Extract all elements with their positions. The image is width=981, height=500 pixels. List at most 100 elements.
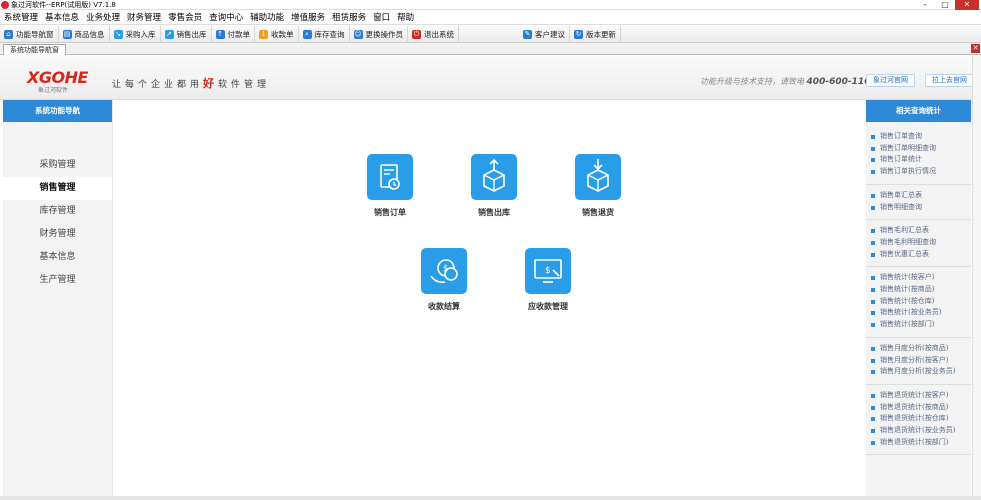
toolbar-button[interactable]: ✎ 客户建议 [519,25,570,43]
pull-site-button[interactable]: 拉上去官网 [925,74,974,87]
query-link[interactable]: 销售订单明细查询 [871,143,971,155]
sidebar-item[interactable]: 生产管理 [3,269,112,292]
svg-text:$: $ [443,264,449,274]
query-link[interactable]: 销售明细查询 [871,202,971,214]
module-label[interactable]: 收款结算 [409,301,479,312]
module-label[interactable]: 应收款管理 [513,301,583,312]
module-label[interactable]: 销售退货 [563,207,633,218]
toolbar-button[interactable]: ↻ 版本更新 [570,25,621,43]
right-panel-groups: 销售订单查询 销售订单明细查询 销售订单统计 销售订单执行情况 销售单汇总表 销售明细查询… [866,122,971,456]
query-link[interactable]: 销售统计(按商品) [871,284,971,296]
toolbar-button[interactable]: ☺ 更换操作员 [350,25,408,43]
query-link[interactable]: 销售退货统计(按客户) [871,390,971,402]
module-tile[interactable]: 销售出库 [459,154,529,218]
sales-out-icon: ↗ [164,29,174,39]
query-link[interactable]: 销售订单统计 [871,154,971,166]
vertical-scrollbar[interactable] [972,56,981,500]
sidebar-item[interactable]: 采购管理 [3,154,112,177]
suggestion-icon: ✎ [523,29,532,39]
module-label[interactable]: 销售订单 [355,207,425,218]
query-link[interactable]: 销售单汇总表 [871,190,971,202]
menu-item[interactable]: 财务管理 [123,11,164,24]
query-link[interactable]: 销售订单查询 [871,131,971,143]
minimize-icon[interactable]: – [915,0,935,10]
query-link[interactable]: 销售统计(按仓库) [871,296,971,308]
query-link[interactable]: 销售月度分析(按商品) [871,343,971,355]
toolbar-label: 更换操作员 [365,29,404,39]
sidebar-item[interactable]: 基本信息 [3,246,112,269]
close-icon[interactable]: ✕ [955,0,979,10]
module-tile[interactable]: 销售订单 [355,154,425,218]
sidebar-item[interactable]: 库存管理 [3,200,112,223]
query-group: 销售单汇总表 销售明细查询 [866,185,971,221]
module-tile[interactable]: $ 收款结算 [409,248,479,312]
menu-item[interactable]: 基本信息 [41,11,82,24]
menu-item[interactable]: 辅助功能 [246,11,287,24]
toolbar-label: 客户建议 [535,29,565,39]
payment-icon: ↑ [215,29,225,39]
module-tile[interactable]: 销售退货 [563,154,633,218]
window-title: 象过河软件--ERP(试用版) V7.1.8 [11,1,116,9]
app-logo-icon [1,1,9,9]
menu-item[interactable]: 零售会员 [164,11,205,24]
receivables-icon[interactable]: $ [525,248,571,294]
header-banner: XGOHE 象过河软件 让每个企业都用好软件管理 功能升级与技术支持，请致电 4… [0,56,981,100]
menu-item[interactable]: 窗口 [369,11,393,24]
query-link[interactable]: 销售统计(按业务员) [871,307,971,319]
module-tile[interactable]: $ 应收款管理 [513,248,583,312]
toolbar-button[interactable]: ▤ 商品信息 [59,25,110,43]
collection-settlement-icon[interactable]: $ [421,248,467,294]
query-group: 销售退货统计(按客户) 销售退货统计(按商品) 销售退货统计(按仓库) 销售退货统计(… [866,385,971,456]
module-label[interactable]: 销售出库 [459,207,529,218]
menu-bar: 系统管理 基本信息 业务处理 财务管理 零售会员 查询中心 辅助功能 增值服务 租赁服务 窗口 帮助 [0,11,981,25]
query-group: 销售毛利汇总表 销售毛利明细查询 销售优惠汇总表 [866,220,971,268]
query-link[interactable]: 销售毛利明细查询 [871,237,971,249]
toolbar-label: 付款单 [227,29,251,39]
sidebar-item[interactable]: 财务管理 [3,223,112,246]
toolbar-label: 库存查询 [314,29,345,39]
right-panel-title: 相关查询统计 [866,100,971,122]
switch-user-icon: ☺ [353,29,363,39]
menu-item[interactable]: 业务处理 [82,11,123,24]
query-link[interactable]: 销售退货统计(按部门) [871,437,971,449]
menu-item[interactable]: 租赁服务 [328,11,369,24]
toolbar-button[interactable]: ↑ 付款单 [212,25,255,43]
sales-outbound-icon[interactable] [471,154,517,200]
menu-item[interactable]: 增值服务 [287,11,328,24]
maximize-icon[interactable]: □ [935,0,955,10]
sales-order-icon[interactable] [367,154,413,200]
slogan-pre: 让每个企业都用 [112,80,204,90]
menu-item[interactable]: 系统管理 [0,11,41,24]
toolbar-button[interactable]: ⌕ 库存查询 [299,25,350,43]
query-link[interactable]: 销售退货统计(按业务员) [871,425,971,437]
query-link[interactable]: 销售订单执行情况 [871,166,971,178]
slogan-emphasis: 好 [203,77,219,90]
menu-item[interactable]: 查询中心 [205,11,246,24]
toolbar-label: 功能导航窗 [16,29,54,39]
exit-icon: ⏻ [412,29,421,39]
toolbar-button[interactable]: ↘ 采购入库 [110,25,161,43]
query-group: 销售月度分析(按商品) 销售月度分析(按客户) 销售月度分析(按业务员) [866,338,971,385]
query-link[interactable]: 销售月度分析(按客户) [871,355,971,367]
toolbar-label: 退出系统 [424,29,454,39]
tab-navigation[interactable]: 系统功能导航窗 [3,44,66,55]
query-link[interactable]: 销售月度分析(按业务员) [871,366,971,378]
tab-close-icon[interactable]: ✕ [971,44,980,53]
query-link[interactable]: 销售优惠汇总表 [871,249,971,261]
query-link[interactable]: 销售退货统计(按商品) [871,402,971,414]
window-controls: – □ ✕ [915,0,979,10]
left-nav: 系统功能导航 采购管理 销售管理 库存管理 财务管理 基本信息 生产管理 [3,100,113,496]
toolbar-button[interactable]: ⌂ 功能导航窗 [0,25,59,43]
sidebar-item[interactable]: 销售管理 [3,177,112,200]
official-site-button[interactable]: 象过河官网 [866,74,915,87]
toolbar-button[interactable]: ↓ 收款单 [255,25,299,43]
menu-item[interactable]: 帮助 [393,11,417,24]
query-link[interactable]: 销售退货统计(按仓库) [871,413,971,425]
toolbar-label: 销售出库 [176,29,207,39]
query-link[interactable]: 销售统计(按部门) [871,319,971,331]
sales-return-icon[interactable] [575,154,621,200]
toolbar-button[interactable]: ⏻ 退出系统 [408,25,459,43]
query-link[interactable]: 销售统计(按客户) [871,272,971,284]
query-link[interactable]: 销售毛利汇总表 [871,225,971,237]
toolbar-button[interactable]: ↗ 销售出库 [161,25,212,43]
